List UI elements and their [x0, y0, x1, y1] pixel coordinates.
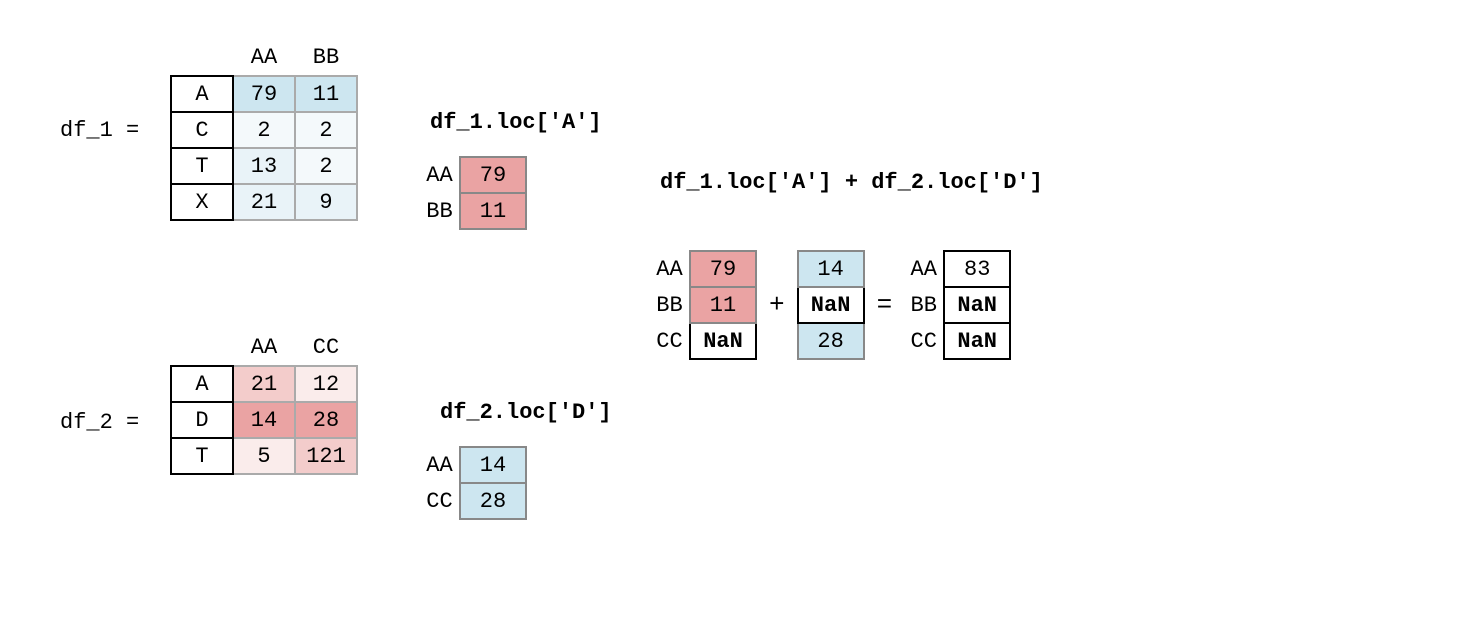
- df2-table-block: AA CC A 21 12 D 14 28 T 5 121: [170, 330, 358, 475]
- series-label: BB: [420, 193, 460, 229]
- table-row: T 5 121: [171, 438, 357, 474]
- df2-idx: D: [171, 402, 233, 438]
- series-value-nan: NaN: [798, 287, 864, 323]
- series-label: CC: [904, 323, 944, 359]
- plus-operator: +: [757, 290, 797, 320]
- df2-cell: 12: [295, 366, 357, 402]
- series-value: 28: [798, 323, 864, 359]
- df1-cell: 9: [295, 184, 357, 220]
- series-row: 28: [798, 323, 864, 359]
- df2-idx: A: [171, 366, 233, 402]
- df1-cell: 79: [233, 76, 295, 112]
- series-label: CC: [650, 323, 690, 359]
- df2-idx: T: [171, 438, 233, 474]
- loc-a-table: AA 79 BB 11: [420, 156, 527, 230]
- table-row: A 21 12: [171, 366, 357, 402]
- table-row: C 2 2: [171, 112, 357, 148]
- sum-expression-label: df_1.loc['A'] + df_2.loc['D']: [660, 170, 1043, 195]
- series-value: 28: [460, 483, 526, 519]
- sum-left-series: AA 79 BB 11 CC NaN: [650, 250, 757, 360]
- df1-idx: A: [171, 76, 233, 112]
- df1-header-row: AA BB: [171, 40, 357, 76]
- df2-table: AA CC A 21 12 D 14 28 T 5 121: [170, 330, 358, 475]
- diagram-root: df_1 = AA BB A 79 11 C 2 2 T 13 2: [40, 30, 1430, 590]
- df2-cell: 5: [233, 438, 295, 474]
- series-row: BB 11: [420, 193, 526, 229]
- loc-a-label: df_1.loc['A']: [430, 110, 602, 135]
- df1-cell: 2: [295, 148, 357, 184]
- series-row: BB 11: [650, 287, 756, 323]
- sum-result-series: AA 83 BB NaN CC NaN: [904, 250, 1011, 360]
- series-value-nan: NaN: [944, 323, 1010, 359]
- series-label: CC: [420, 483, 460, 519]
- series-row: BB NaN: [904, 287, 1010, 323]
- df2-col-aa: AA: [233, 330, 295, 366]
- series-label: BB: [650, 287, 690, 323]
- table-row: D 14 28: [171, 402, 357, 438]
- df1-assign-label: df_1 =: [60, 118, 139, 143]
- loc-a-series: AA 79 BB 11: [420, 156, 527, 230]
- df1-idx: C: [171, 112, 233, 148]
- df1-cell: 13: [233, 148, 295, 184]
- series-value: 14: [460, 447, 526, 483]
- series-row: AA 14: [420, 447, 526, 483]
- df1-col-bb: BB: [295, 40, 357, 76]
- df1-table: AA BB A 79 11 C 2 2 T 13 2 X 21 9: [170, 40, 358, 221]
- series-row: CC NaN: [904, 323, 1010, 359]
- df1-cell: 21: [233, 184, 295, 220]
- series-label: AA: [420, 157, 460, 193]
- df2-cell: 21: [233, 366, 295, 402]
- df1-col-aa: AA: [233, 40, 295, 76]
- df2-cell: 28: [295, 402, 357, 438]
- table-row: T 13 2: [171, 148, 357, 184]
- series-row: AA 79: [420, 157, 526, 193]
- loc-d-table: AA 14 CC 28: [420, 446, 527, 520]
- series-row: AA 83: [904, 251, 1010, 287]
- sum-right-series: 14 NaN 28: [797, 250, 865, 360]
- df2-header-row: AA CC: [171, 330, 357, 366]
- df2-assign-label: df_2 =: [60, 410, 139, 435]
- series-value: 11: [690, 287, 756, 323]
- df1-cell: 2: [233, 112, 295, 148]
- df1-cell: 2: [295, 112, 357, 148]
- df2-cell: 121: [295, 438, 357, 474]
- equals-operator: =: [865, 290, 905, 320]
- series-value: 83: [944, 251, 1010, 287]
- series-label: AA: [650, 251, 690, 287]
- df1-cell: 11: [295, 76, 357, 112]
- df2-col-cc: CC: [295, 330, 357, 366]
- series-row: CC NaN: [650, 323, 756, 359]
- series-value: 11: [460, 193, 526, 229]
- df2-cell: 14: [233, 402, 295, 438]
- sum-equation: AA 79 BB 11 CC NaN + 14 NaN 28: [650, 250, 1011, 360]
- series-value-nan: NaN: [944, 287, 1010, 323]
- series-value: 79: [690, 251, 756, 287]
- loc-d-label: df_2.loc['D']: [440, 400, 612, 425]
- series-value: 79: [460, 157, 526, 193]
- series-value-nan: NaN: [690, 323, 756, 359]
- series-row: AA 79: [650, 251, 756, 287]
- series-row: NaN: [798, 287, 864, 323]
- table-row: X 21 9: [171, 184, 357, 220]
- series-label: BB: [904, 287, 944, 323]
- df1-idx: X: [171, 184, 233, 220]
- series-value: 14: [798, 251, 864, 287]
- df1-table-block: AA BB A 79 11 C 2 2 T 13 2 X 21 9: [170, 40, 358, 221]
- series-label: AA: [420, 447, 460, 483]
- loc-d-series: AA 14 CC 28: [420, 446, 527, 520]
- series-label: AA: [904, 251, 944, 287]
- series-row: 14: [798, 251, 864, 287]
- table-row: A 79 11: [171, 76, 357, 112]
- series-row: CC 28: [420, 483, 526, 519]
- df1-idx: T: [171, 148, 233, 184]
